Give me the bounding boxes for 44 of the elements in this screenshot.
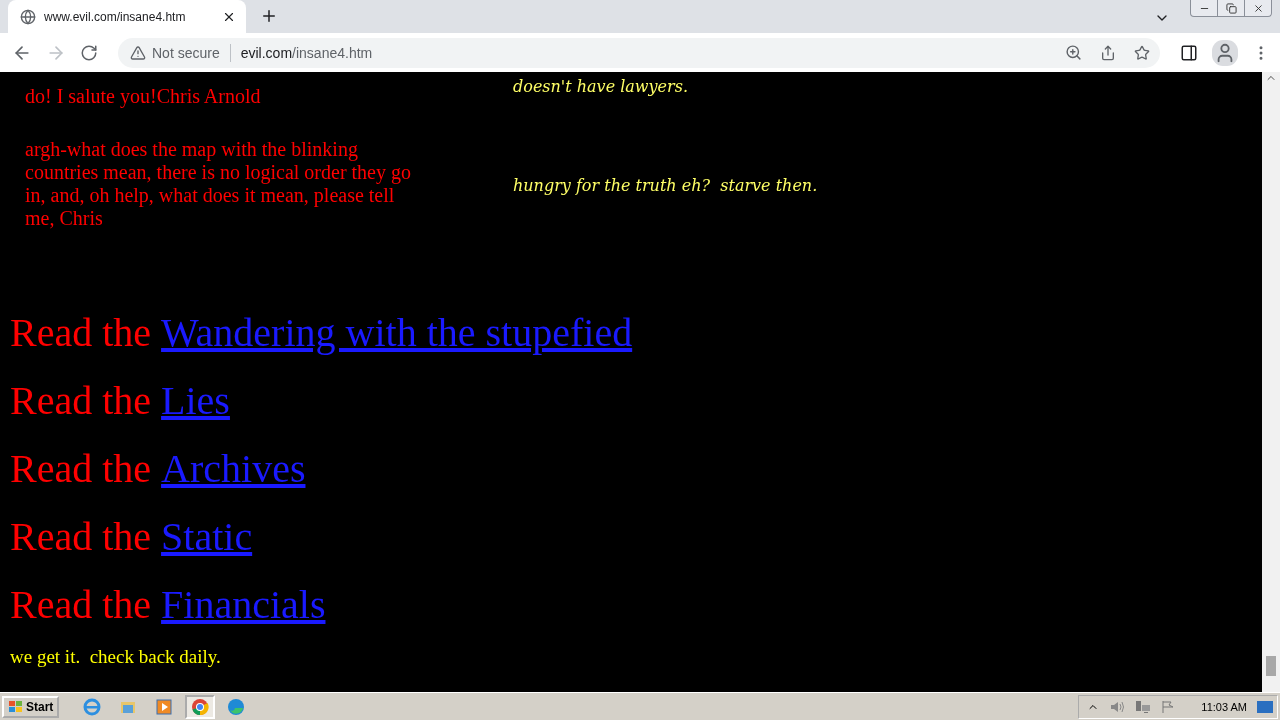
globe-icon bbox=[20, 8, 36, 25]
section-link[interactable]: Wandering with the stupefied bbox=[161, 310, 633, 356]
comment-text: argh-what does the map with the blinking countries mean, there is no logical order they go in, and, oh help, what does it mean, please tell me, Chris bbox=[25, 138, 412, 230]
zoom-icon[interactable] bbox=[1065, 44, 1082, 61]
comment-text: do! I salute you!Chris Arnold bbox=[25, 85, 262, 108]
edge-icon bbox=[227, 697, 246, 716]
side-panel-icon[interactable] bbox=[1180, 43, 1198, 62]
show-desktop-icon[interactable] bbox=[1257, 699, 1273, 714]
section-link[interactable]: Lies bbox=[161, 378, 230, 424]
tab-title: www.evil.com/insane4.htm bbox=[44, 9, 187, 24]
reply-text: doesn't have lawyers. bbox=[513, 76, 689, 98]
address-bar[interactable]: Not secure evil.com/insane4.htm bbox=[118, 37, 1160, 68]
section-link[interactable]: Archives bbox=[161, 446, 306, 492]
network-icon[interactable] bbox=[1135, 699, 1152, 714]
read-label: Read the bbox=[10, 446, 152, 492]
section-link[interactable]: Financials bbox=[161, 582, 326, 628]
new-tab-icon[interactable] bbox=[260, 7, 278, 25]
warning-icon bbox=[130, 44, 146, 61]
close-icon bbox=[1252, 2, 1264, 14]
speaker-icon[interactable] bbox=[1109, 699, 1126, 714]
footer-text: we get it. check back daily. bbox=[10, 646, 222, 668]
browser-tab[interactable]: www.evil.com/insane4.htm bbox=[8, 0, 246, 33]
bookmark-star-icon[interactable] bbox=[1134, 44, 1150, 61]
reply-text: hungry for the truth eh? starve then. bbox=[513, 175, 818, 197]
start-button[interactable]: Start bbox=[2, 695, 60, 718]
chrome-icon bbox=[191, 697, 210, 716]
scrollbar[interactable] bbox=[1262, 72, 1280, 692]
read-label: Read the bbox=[10, 582, 152, 628]
url-path: /insane4.htm bbox=[292, 44, 373, 61]
scroll-thumb[interactable] bbox=[1266, 656, 1276, 676]
read-label: Read the bbox=[10, 514, 152, 560]
play-icon bbox=[155, 697, 174, 716]
clock[interactable]: 11:03 AM bbox=[1201, 700, 1247, 713]
restore-icon bbox=[1225, 2, 1237, 14]
section-link[interactable]: Static bbox=[161, 514, 253, 560]
security-label: Not secure bbox=[152, 44, 220, 61]
read-label: Read the bbox=[10, 378, 152, 424]
windows-flag-icon bbox=[8, 699, 24, 714]
profile-icon[interactable] bbox=[1212, 39, 1238, 66]
reload-icon[interactable] bbox=[80, 43, 98, 62]
url-host: evil.com bbox=[240, 44, 293, 61]
share-icon[interactable] bbox=[1100, 44, 1116, 61]
read-label: Read the bbox=[10, 310, 152, 356]
browser-e-icon bbox=[83, 697, 102, 716]
